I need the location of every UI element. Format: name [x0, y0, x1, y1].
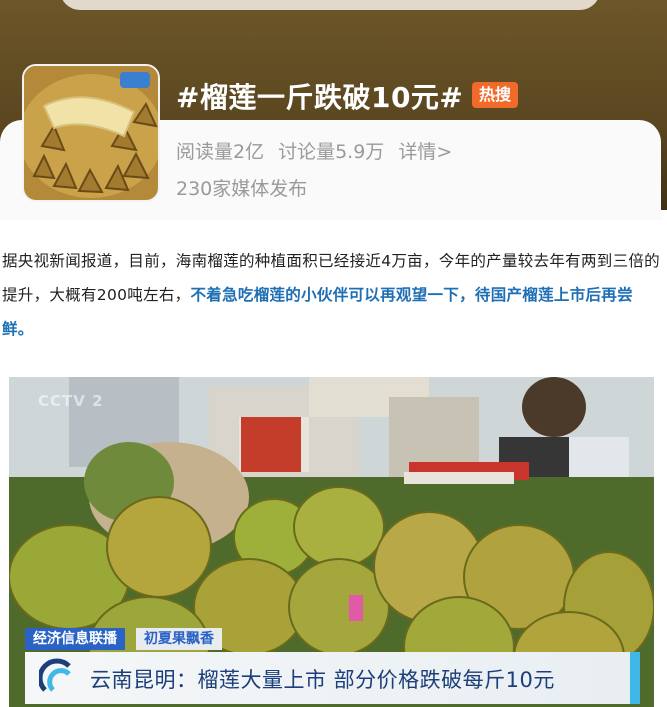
program-tag: 经济信息联播: [25, 628, 125, 650]
read-count: 阅读量2亿: [176, 141, 265, 163]
ticker-accent-bar: [630, 652, 640, 704]
channel-logo-icon: [39, 658, 71, 692]
durian-thumbnail-image: [24, 66, 158, 200]
search-bar-edge: [60, 0, 600, 10]
segment-tag: 初夏果飘香: [136, 628, 222, 650]
article-paragraph: 据央视新闻报道，目前，海南榴莲的种植面积已经接近4万亩，今年的产量较去年有两到三…: [2, 244, 664, 346]
news-headline: 云南昆明：榴莲大量上市 部分价格跌破每斤10元: [90, 668, 555, 692]
topic-title[interactable]: #榴莲一斤跌破10元#: [176, 76, 463, 116]
details-link[interactable]: 详情>: [398, 141, 452, 163]
durian-thumbnail[interactable]: [22, 64, 160, 202]
hot-search-badge: 热搜: [472, 82, 518, 108]
cctv-watermark: CCTV 2: [38, 392, 104, 410]
topic-stats: 阅读量2亿 讨论量5.9万 详情>: [176, 137, 466, 164]
media-count: 230家媒体发布: [176, 178, 308, 200]
discussion-count: 讨论量5.9万: [278, 141, 385, 163]
